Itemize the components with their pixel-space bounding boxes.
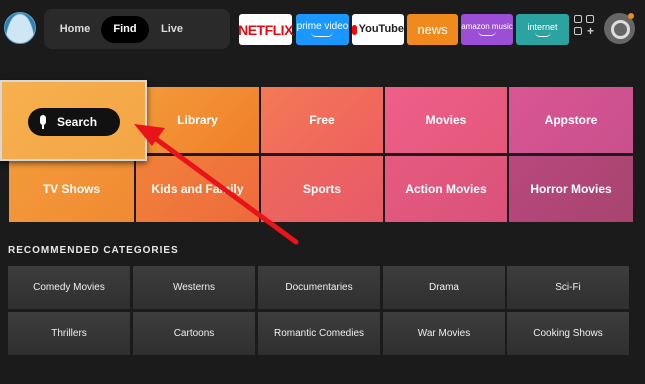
annotation-arrow bbox=[134, 124, 299, 245]
arrow-shaft bbox=[149, 133, 299, 245]
